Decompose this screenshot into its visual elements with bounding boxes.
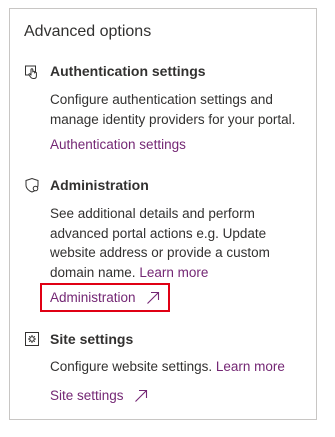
external-arrow-icon — [134, 389, 148, 403]
site-settings-link-label: Site settings — [50, 388, 124, 403]
authentication-header: Authentication settings — [24, 61, 304, 81]
site-settings-section: Site settings Configure website settings… — [24, 329, 304, 377]
hand-pointer-icon — [24, 63, 40, 79]
administration-header: Administration — [24, 175, 304, 195]
administration-description: See additional details and perform advan… — [50, 204, 304, 282]
authentication-title: Authentication settings — [50, 63, 206, 79]
administration-learn-more-link[interactable]: Learn more — [139, 265, 208, 280]
authentication-section: Authentication settings Configure authen… — [24, 61, 304, 129]
administration-highlight-box — [40, 283, 170, 312]
shield-icon — [24, 177, 40, 193]
site-settings-description-text: Configure website settings. — [50, 359, 213, 374]
site-settings-header: Site settings — [24, 329, 304, 349]
administration-section: Administration See additional details an… — [24, 175, 304, 282]
panel-title: Advanced options — [24, 23, 152, 40]
site-settings-title: Site settings — [50, 331, 134, 347]
authentication-description: Configure authentication settings and ma… — [50, 92, 296, 127]
site-settings-learn-more-link[interactable]: Learn more — [216, 359, 285, 374]
authentication-settings-link-label: Authentication settings — [50, 137, 186, 152]
site-settings-description: Configure website settings. Learn more — [50, 357, 304, 377]
authentication-settings-link[interactable]: Authentication settings — [50, 137, 186, 152]
site-settings-link[interactable]: Site settings — [50, 388, 148, 403]
advanced-options-panel: Advanced options Authentication settings… — [9, 8, 317, 420]
gear-doc-icon — [24, 331, 40, 347]
administration-title: Administration — [50, 177, 149, 193]
